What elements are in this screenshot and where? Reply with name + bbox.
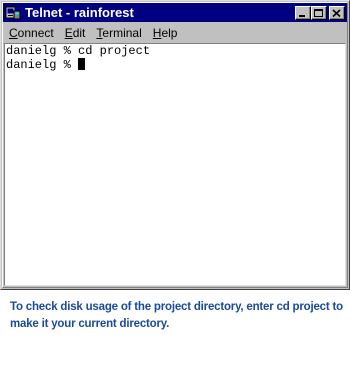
text-cursor: [78, 58, 86, 70]
menu-connect[interactable]: Connect: [4, 26, 59, 40]
close-button[interactable]: [329, 5, 345, 20]
terminal-line: danielg % cd project: [6, 44, 151, 58]
menu-edit[interactable]: Edit: [60, 26, 91, 40]
telnet-window: Telnet - rainforest Connect Edit Termina…: [0, 0, 350, 290]
maximize-icon: [314, 8, 323, 17]
menu-help[interactable]: Help: [148, 26, 183, 40]
title-bar[interactable]: Telnet - rainforest: [3, 3, 347, 22]
telnet-terminal-icon: [5, 5, 21, 21]
close-icon: [332, 8, 341, 17]
terminal-prompt-line: danielg %: [6, 58, 344, 72]
window-title: Telnet - rainforest: [25, 5, 134, 20]
minimize-icon: [299, 14, 305, 17]
minimize-button[interactable]: [295, 5, 311, 20]
menu-terminal[interactable]: Terminal: [91, 26, 146, 40]
window-controls: [295, 5, 345, 20]
instruction-caption: To check disk usage of the project direc…: [10, 301, 343, 330]
menu-bar: Connect Edit Terminal Help: [4, 24, 346, 42]
maximize-button[interactable]: [311, 5, 327, 20]
terminal-prompt: danielg %: [6, 58, 79, 72]
terminal-area[interactable]: danielg % cd project danielg %: [4, 43, 346, 286]
